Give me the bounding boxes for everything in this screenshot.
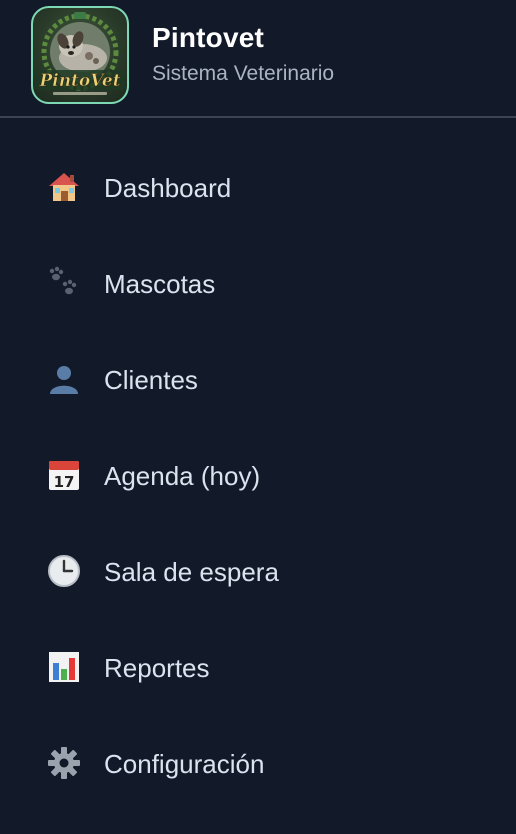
sidebar-header: PintoVet Pintovet Sistema Veterinario xyxy=(0,0,516,118)
sidebar-item-clientes[interactable]: Clientes xyxy=(0,332,516,428)
sidebar-item-label: Dashboard xyxy=(104,173,232,203)
pintovet-logo[interactable]: PintoVet xyxy=(31,6,129,104)
sidebar-item-label: Configuración xyxy=(104,749,265,779)
bar-chart-icon xyxy=(46,649,82,685)
sidebar-item-label: Reportes xyxy=(104,653,210,683)
sidebar-item-reportes[interactable]: Reportes xyxy=(0,620,516,716)
sidebar-item-label: Mascotas xyxy=(104,269,216,299)
sidebar: PintoVet Pintovet Sistema Veterinario Da… xyxy=(0,0,516,834)
sidebar-item-agenda[interactable]: 17 Agenda (hoy) xyxy=(0,428,516,524)
calendar-icon: 17 xyxy=(46,457,82,493)
sidebar-item-mascotas[interactable]: Mascotas xyxy=(0,236,516,332)
person-silhouette-icon xyxy=(46,361,82,397)
sidebar-item-dashboard[interactable]: Dashboard xyxy=(0,140,516,236)
sidebar-nav: Dashboard Mascotas Clientes 17 Agenda (h… xyxy=(0,140,516,812)
sidebar-item-label: Sala de espera xyxy=(104,557,279,587)
app-subtitle: Sistema Veterinario xyxy=(152,62,335,85)
app-title: Pintovet xyxy=(152,22,265,53)
gear-icon xyxy=(46,745,82,781)
sidebar-item-label: Agenda (hoy) xyxy=(104,461,261,491)
dog-logo-icon: PintoVet xyxy=(35,12,125,95)
sidebar-item-configuracion[interactable]: Configuración xyxy=(0,716,516,812)
svg-text:17: 17 xyxy=(54,473,75,491)
paw-prints-icon xyxy=(46,265,82,301)
clock-icon xyxy=(46,553,82,589)
sidebar-item-sala-de-espera[interactable]: Sala de espera xyxy=(0,524,516,620)
house-icon xyxy=(46,169,82,205)
sidebar-item-label: Clientes xyxy=(104,365,198,395)
logo-text: PintoVet xyxy=(38,71,120,91)
